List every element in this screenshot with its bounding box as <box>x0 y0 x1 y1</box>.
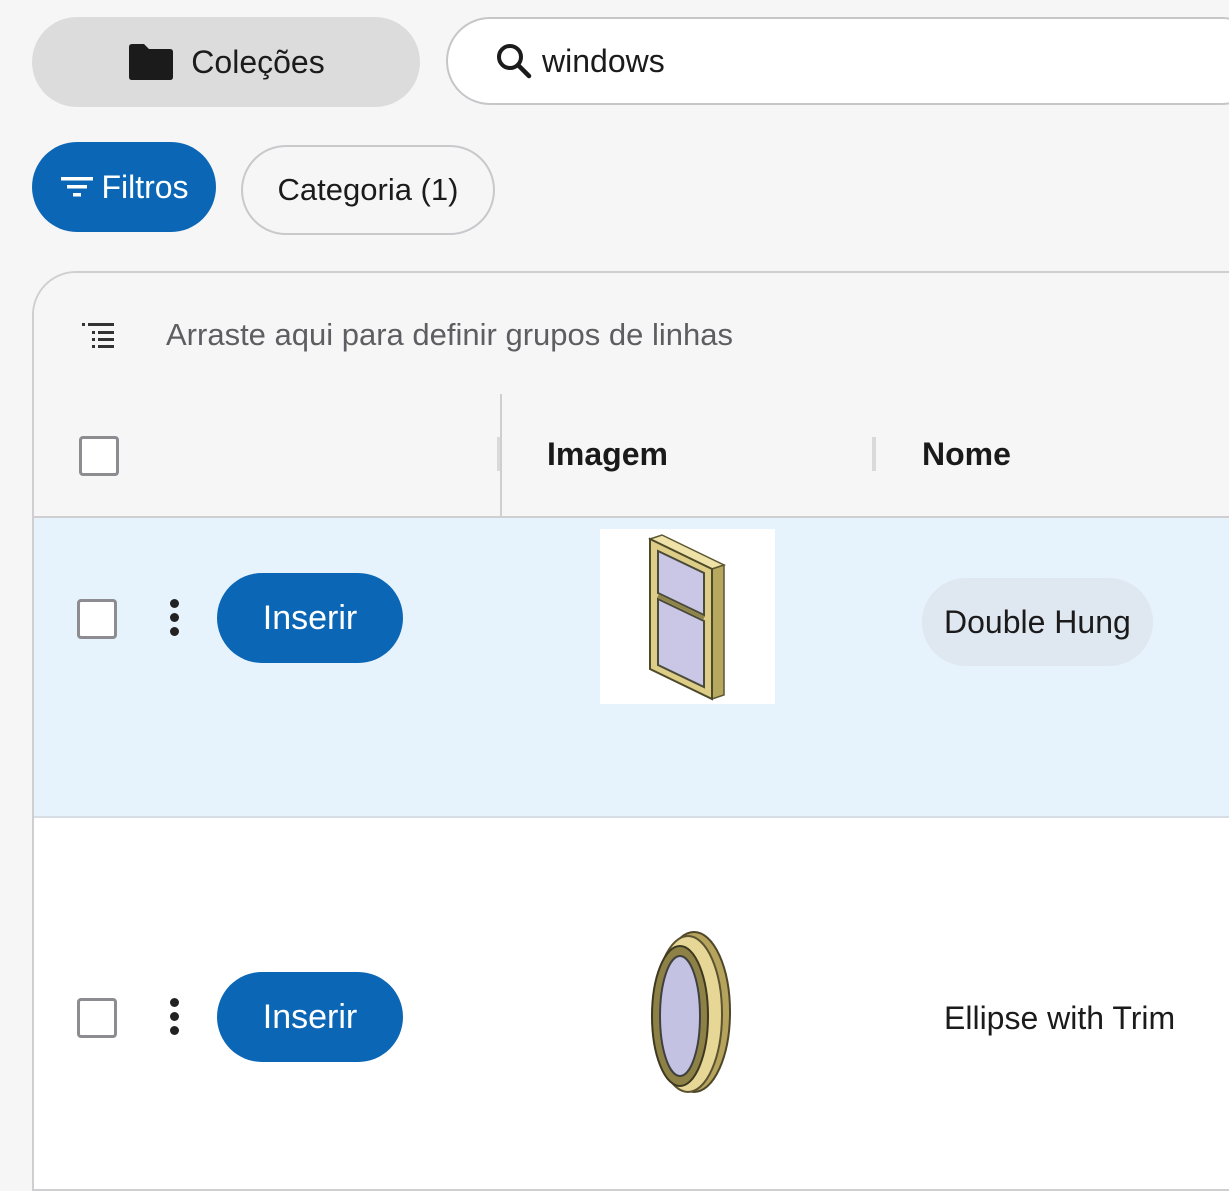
name-cell: Ellipse with Trim <box>944 1000 1176 1036</box>
search-input[interactable] <box>540 41 1144 81</box>
search-box[interactable] <box>446 17 1229 105</box>
folder-icon <box>129 44 174 80</box>
search-icon <box>497 44 532 79</box>
column-header-image[interactable]: Imagem <box>547 436 668 473</box>
name-cell: Double Hung <box>922 578 1153 666</box>
more-options-icon[interactable] <box>168 998 180 1038</box>
table-row[interactable]: Inserir Ellipse with Trim <box>34 818 1229 1189</box>
row-checkbox[interactable] <box>77 599 117 639</box>
column-resize-handle[interactable] <box>872 437 876 471</box>
ellipse-window-thumbnail <box>651 931 731 1093</box>
data-grid: Arraste aqui para definir grupos de linh… <box>32 271 1229 1191</box>
header-row: Imagem Nome <box>34 394 1229 518</box>
row-group-panel[interactable]: Arraste aqui para definir grupos de linh… <box>34 273 1229 396</box>
category-filter-chip[interactable]: Categoria (1) <box>241 145 495 235</box>
insert-button[interactable]: Inserir <box>217 972 403 1062</box>
row-group-icon <box>82 323 114 348</box>
insert-button[interactable]: Inserir <box>217 573 403 663</box>
group-hint-text: Arraste aqui para definir grupos de linh… <box>166 317 733 352</box>
double-hung-window-thumbnail <box>600 529 775 704</box>
filter-icon <box>61 177 94 197</box>
row-checkbox[interactable] <box>77 998 117 1038</box>
filters-button[interactable]: Filtros <box>32 142 216 232</box>
more-options-icon[interactable] <box>168 599 180 639</box>
column-header-name[interactable]: Nome <box>922 436 1011 473</box>
table-row[interactable]: Inserir Double Hung <box>34 518 1229 818</box>
category-chip-label: Categoria (1) <box>277 172 459 207</box>
column-divider <box>500 394 502 516</box>
filters-label: Filtros <box>101 168 189 205</box>
collections-button[interactable]: Coleções <box>32 17 420 107</box>
select-all-checkbox[interactable] <box>79 436 119 476</box>
collections-label: Coleções <box>191 43 325 80</box>
